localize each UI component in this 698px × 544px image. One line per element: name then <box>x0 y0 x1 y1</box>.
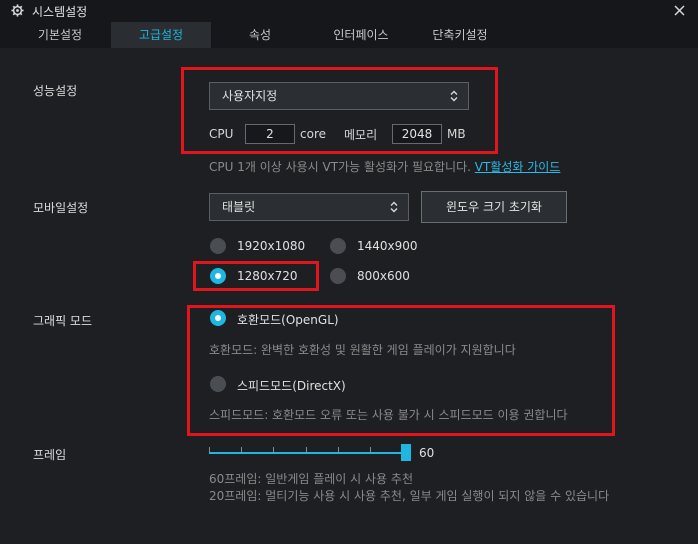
resolution-800x600-label[interactable]: 800x600 <box>357 269 410 283</box>
reset-window-size-button[interactable]: 윈도우 크기 초기화 <box>421 191 567 223</box>
resolution-1280x720-radio[interactable] <box>210 268 226 284</box>
performance-mode-select[interactable]: 사용자지정 <box>209 82 469 110</box>
vt-hint-text: CPU 1개 이상 사용시 VT가능 활성화가 필요합니다. <box>209 160 475 174</box>
frame-slider-thumb[interactable] <box>401 444 411 461</box>
performance-label: 성능설정 <box>33 84 78 98</box>
settings-tabs: 기본설정 고급설정 속성 인터페이스 단축키설정 <box>0 22 698 48</box>
vt-guide-link[interactable]: VT활성화 가이드 <box>475 160 561 174</box>
memory-label: 메모리 <box>344 128 378 142</box>
speed-mode-radio[interactable] <box>210 376 226 392</box>
resolution-1280x720-label[interactable]: 1280x720 <box>237 269 298 283</box>
graphics-mode-label: 그래픽 모드 <box>33 314 93 328</box>
frame-hint-20: 20프레임: 멀티기능 사용 시 사용 추천, 일부 게임 실행이 되지 않을 … <box>209 489 610 503</box>
speed-mode-label[interactable]: 스피드모드(DirectX) <box>237 377 346 394</box>
cpu-label: CPU <box>209 127 234 141</box>
chevron-up-down-icon <box>450 90 458 102</box>
memory-unit: MB <box>447 127 466 141</box>
speed-mode-desc: 스피드모드: 호환모드 오류 또는 사용 불가 시 스피드모드 이용 권합니다 <box>209 408 568 422</box>
frame-value: 60 <box>419 446 435 460</box>
cpu-unit: core <box>300 127 326 141</box>
slider-tick <box>273 447 274 452</box>
resolution-800x600-radio[interactable] <box>330 268 346 284</box>
resolution-1440x900-label[interactable]: 1440x900 <box>357 239 418 253</box>
tab-basic-settings[interactable]: 기본설정 <box>10 22 110 48</box>
tab-advanced-settings[interactable]: 고급설정 <box>111 22 211 48</box>
mobile-label: 모바일설정 <box>33 201 89 215</box>
slider-tick <box>306 447 307 452</box>
slider-tick <box>241 447 242 452</box>
device-select[interactable]: 태블릿 <box>209 193 409 221</box>
window-title: 시스템설정 <box>32 5 88 19</box>
frame-label: 프레임 <box>33 448 67 462</box>
performance-mode-value: 사용자지정 <box>222 89 278 103</box>
memory-input[interactable]: 2048 <box>392 124 442 144</box>
device-value: 태블릿 <box>222 200 256 214</box>
close-icon[interactable] <box>674 5 685 16</box>
tab-shortcut-settings[interactable]: 단축키설정 <box>404 22 516 48</box>
vt-hint: CPU 1개 이상 사용시 VT가능 활성화가 필요합니다. VT활성화 가이드 <box>209 158 560 175</box>
frame-slider-track[interactable] <box>209 452 405 454</box>
tab-properties[interactable]: 속성 <box>212 22 308 48</box>
slider-tick <box>338 447 339 452</box>
slider-tick <box>370 447 371 452</box>
compat-mode-desc: 호환모드: 완벽한 호환성 및 원활한 게임 플레이가 지원합니다 <box>209 343 516 357</box>
frame-hint-60: 60프레임: 일반게임 플레이 시 사용 추천 <box>209 472 413 486</box>
chevron-up-down-icon <box>390 201 398 213</box>
slider-tick <box>209 447 210 452</box>
resolution-1920x1080-label[interactable]: 1920x1080 <box>237 239 305 253</box>
resolution-1920x1080-radio[interactable] <box>210 238 226 254</box>
tab-interface[interactable]: 인터페이스 <box>308 22 414 48</box>
gear-icon <box>11 4 24 17</box>
resolution-1440x900-radio[interactable] <box>330 238 346 254</box>
cpu-input[interactable]: 2 <box>245 124 295 144</box>
compat-mode-radio[interactable] <box>210 310 226 326</box>
title-bar: 시스템설정 <box>0 0 698 22</box>
compat-mode-label[interactable]: 호환모드(OpenGL) <box>237 311 339 328</box>
